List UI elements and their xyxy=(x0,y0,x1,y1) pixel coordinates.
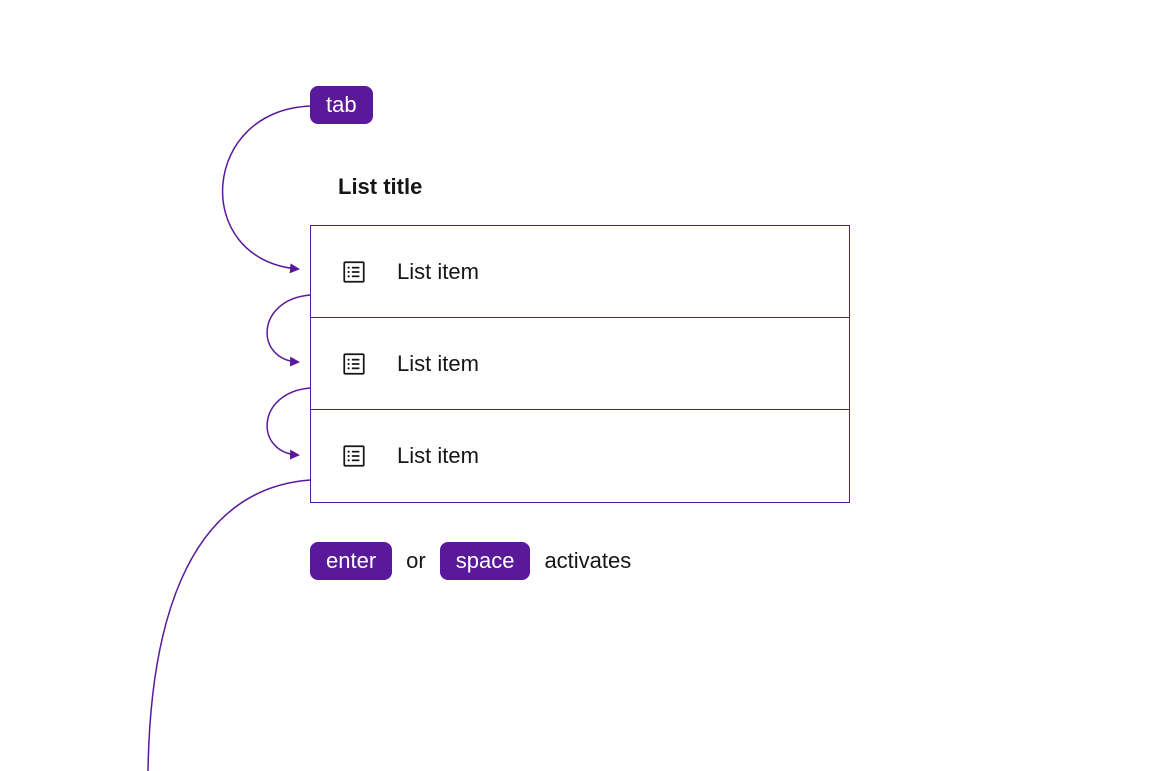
list-title: List title xyxy=(338,174,422,200)
key-badge-tab: tab xyxy=(310,86,373,124)
diagram-canvas: tab List title List item xyxy=(0,0,1152,771)
list-icon xyxy=(341,351,367,377)
list-item[interactable]: List item xyxy=(311,410,849,502)
list-icon xyxy=(341,443,367,469)
list-container: List item List item xyxy=(310,225,850,503)
list-item[interactable]: List item xyxy=(311,226,849,318)
key-badge-enter: enter xyxy=(310,542,392,580)
activation-hint: enter or space activates xyxy=(310,542,631,580)
activates-text: activates xyxy=(544,548,631,574)
list-item[interactable]: List item xyxy=(311,318,849,410)
list-item-label: List item xyxy=(397,259,479,285)
key-badge-space: space xyxy=(440,542,531,580)
list-icon xyxy=(341,259,367,285)
list-item-label: List item xyxy=(397,443,479,469)
list-item-label: List item xyxy=(397,351,479,377)
or-text: or xyxy=(406,548,426,574)
